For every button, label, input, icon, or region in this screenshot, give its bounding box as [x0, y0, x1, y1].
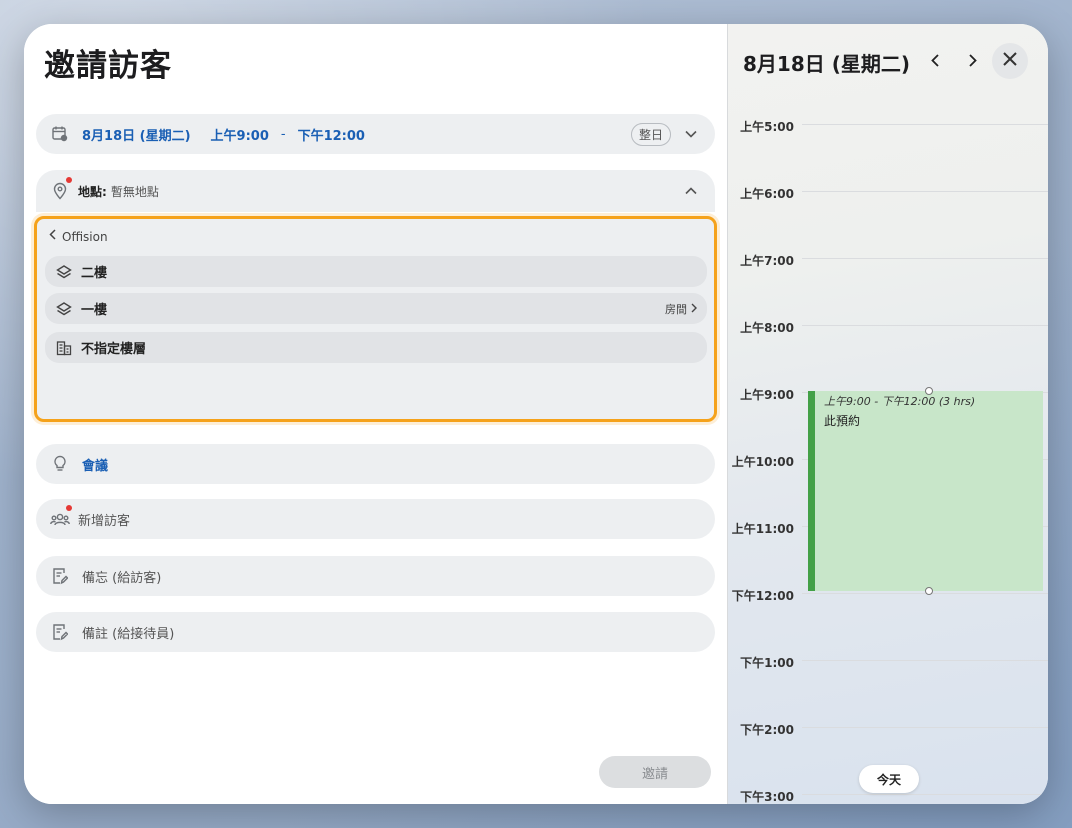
hour-gridline: [802, 727, 1048, 728]
hour-gridline: [802, 124, 1048, 125]
date-label[interactable]: 8月18日 (星期二): [82, 125, 191, 144]
chevron-left-icon[interactable]: [49, 229, 56, 244]
breadcrumb-label[interactable]: Offision: [62, 230, 108, 244]
lightbulb-icon: [50, 454, 70, 474]
hour-label: 上午11:00: [731, 522, 794, 536]
memo-visitor-field[interactable]: 備忘 (給訪客): [36, 556, 715, 596]
required-dot: [66, 177, 72, 183]
page-title: 邀請訪客: [44, 48, 172, 84]
hour-label: 上午6:00: [740, 187, 794, 201]
layers-icon: [55, 300, 73, 318]
building-icon: [55, 339, 73, 357]
hour-gridline: [802, 191, 1048, 192]
breadcrumb[interactable]: Offision: [49, 229, 108, 244]
floor-label: 二樓: [81, 266, 108, 281]
all-day-toggle[interactable]: 整日: [630, 122, 671, 146]
close-button[interactable]: [992, 43, 1028, 79]
hour-label: 上午5:00: [740, 120, 794, 134]
location-pin-icon: [50, 177, 72, 201]
hour-label: 上午7:00: [740, 254, 794, 268]
invite-button[interactable]: 邀請: [599, 756, 711, 788]
date-time-row[interactable]: 8月18日 (星期二) 上午9:00 - 下午12:00 整日: [36, 114, 715, 154]
rooms-link[interactable]: 房間: [665, 301, 697, 317]
hour-label: 下午1:00: [740, 656, 794, 670]
meeting-row[interactable]: 會議: [36, 444, 715, 484]
location-label: 地點:: [78, 184, 107, 199]
memo-visitor-placeholder[interactable]: 備忘 (給訪客): [82, 567, 161, 586]
invite-visitor-dialog: 邀請訪客 8月18日 (星期二) 上午9:00 - 下午12:00 整日 地點:…: [24, 24, 1048, 804]
add-visitor-row[interactable]: 新增訪客: [36, 499, 715, 539]
calendar-date-title: 8月18日 (星期二): [743, 52, 910, 76]
previous-day-button[interactable]: [923, 48, 947, 72]
booking-event[interactable]: 上午9:00 - 下午12:00 (3 hrs) 此預約: [808, 391, 1043, 591]
floor-label: 一樓: [81, 303, 108, 318]
calendar-clock-icon: [50, 124, 70, 144]
memo-receptionist-field[interactable]: 備註 (給接待員): [36, 612, 715, 652]
layers-icon: [55, 263, 73, 281]
event-name: 此預約: [824, 414, 861, 428]
chevron-up-icon[interactable]: [681, 183, 701, 199]
today-button[interactable]: 今天: [859, 765, 919, 793]
event-time-range: 上午9:00 - 下午12:00 (3 hrs): [824, 395, 976, 408]
day-calendar-panel: 8月18日 (星期二) 上午5:00 上午6:00 上午7:00 上午8:00 …: [727, 24, 1048, 804]
location-picker: Offision 二樓 一樓 房間 不指定樓層: [34, 216, 717, 422]
invite-form-panel: 邀請訪客 8月18日 (星期二) 上午9:00 - 下午12:00 整日 地點:…: [24, 24, 727, 804]
hour-label: 下午12:00: [731, 589, 794, 603]
chevron-down-icon[interactable]: [681, 126, 701, 142]
people-icon: [50, 505, 72, 529]
hour-label: 上午8:00: [740, 321, 794, 335]
note-edit-icon: [50, 566, 70, 586]
floor-item[interactable]: 不指定樓層: [45, 332, 707, 363]
hour-gridline: [802, 794, 1048, 795]
required-dot: [66, 505, 72, 511]
hour-gridline: [802, 660, 1048, 661]
hour-gridline: [802, 325, 1048, 326]
event-resize-handle-top[interactable]: [925, 387, 933, 395]
floor-label: 不指定樓層: [81, 342, 147, 357]
add-visitor-label[interactable]: 新增訪客: [78, 510, 130, 529]
location-row[interactable]: 地點: 暫無地點: [36, 170, 715, 212]
hour-label: 上午9:00: [740, 388, 794, 402]
time-separator: -: [280, 126, 286, 142]
floor-item[interactable]: 二樓: [45, 256, 707, 287]
start-time[interactable]: 上午9:00: [211, 125, 269, 144]
note-edit-icon: [50, 622, 70, 642]
end-time[interactable]: 下午12:00: [298, 125, 365, 144]
hour-gridline: [802, 258, 1048, 259]
memo-receptionist-placeholder[interactable]: 備註 (給接待員): [82, 623, 174, 642]
meeting-label[interactable]: 會議: [82, 455, 108, 474]
hour-label: 上午10:00: [731, 455, 794, 469]
hour-label: 下午2:00: [740, 723, 794, 737]
event-resize-handle-bottom[interactable]: [925, 587, 933, 595]
hour-label: 下午3:00: [740, 790, 794, 804]
rooms-label[interactable]: 房間: [665, 301, 687, 317]
location-value: 暫無地點: [110, 184, 159, 199]
floor-item[interactable]: 一樓 房間: [45, 293, 707, 324]
next-day-button[interactable]: [961, 48, 985, 72]
close-icon[interactable]: [1002, 51, 1018, 71]
chevron-right-icon[interactable]: [691, 302, 697, 316]
